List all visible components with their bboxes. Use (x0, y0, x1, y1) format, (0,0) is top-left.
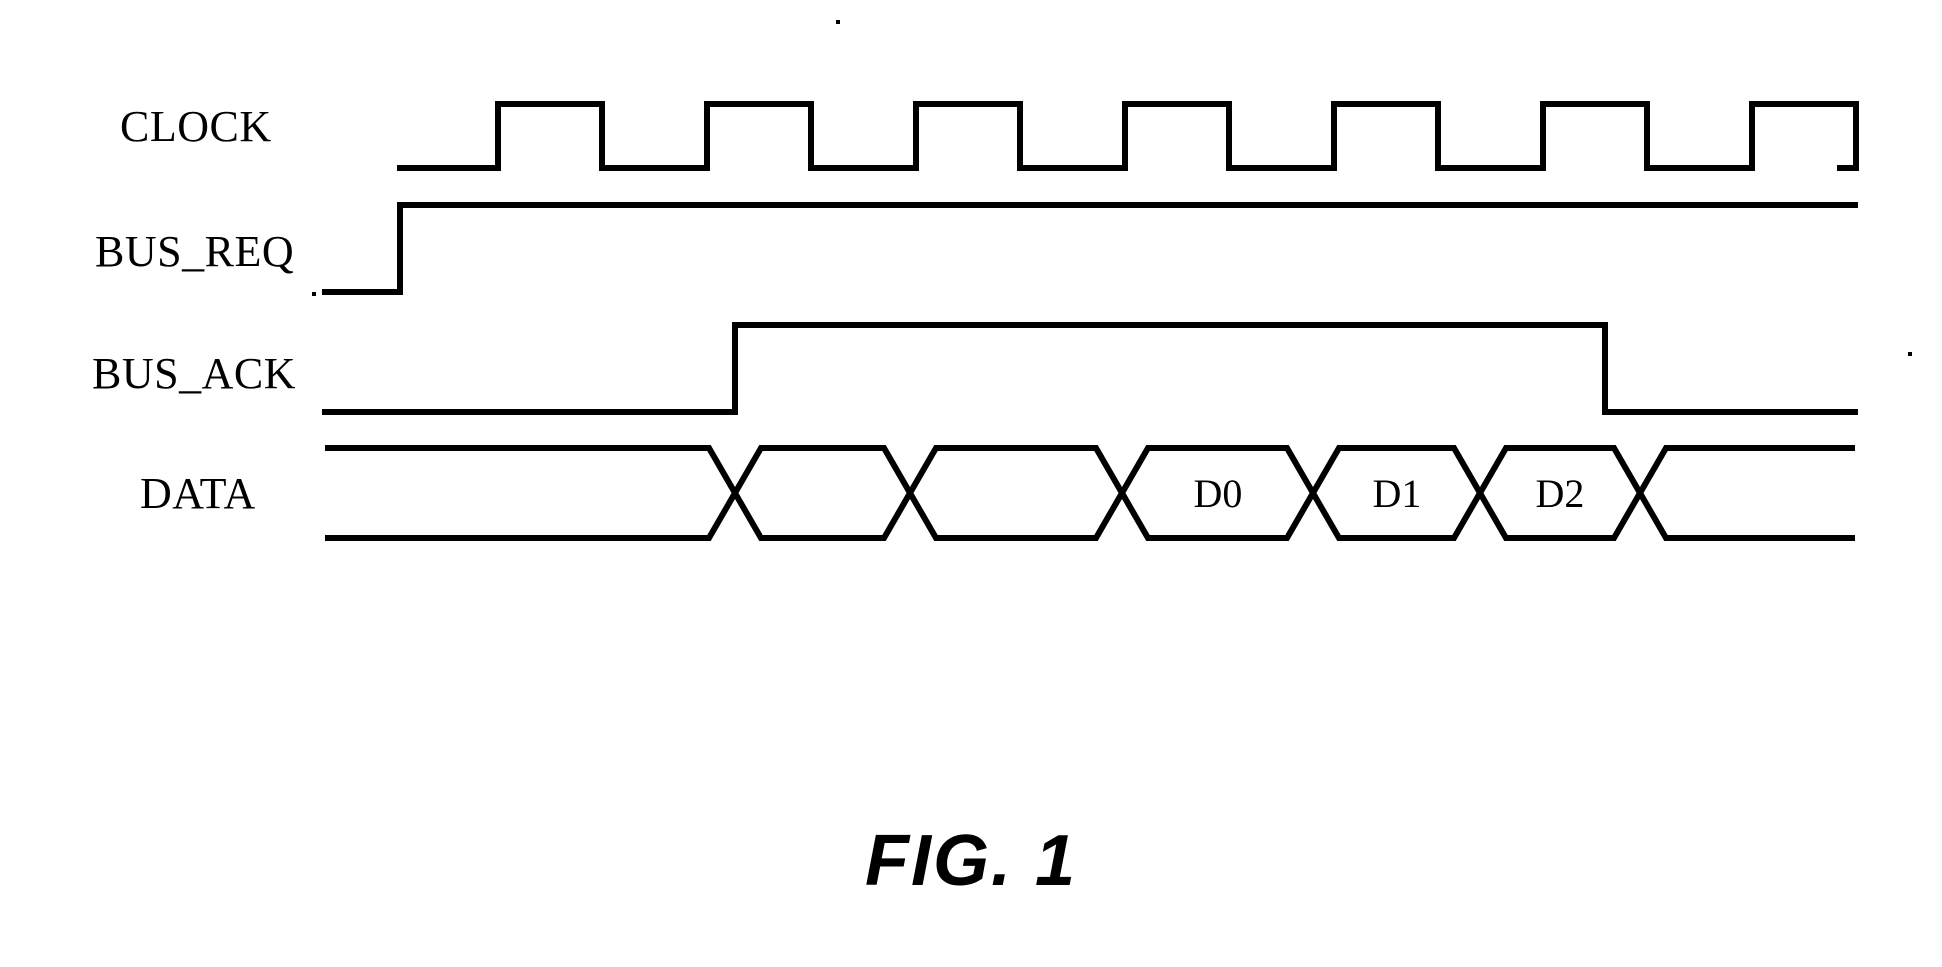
scan-speck (1908, 352, 1912, 356)
signal-label-clock: CLOCK (120, 102, 272, 151)
clock-waveform (397, 101, 1859, 171)
signal-label-data: DATA (140, 469, 256, 518)
data-bus-labels: D0 D1 D2 (1194, 471, 1585, 516)
figure-caption: FIG. 1 (864, 821, 1078, 901)
scan-speck (836, 20, 840, 24)
timing-diagram-figure: D0 D1 D2 CLOCK BUS_REQ BUS_ACK DATA FIG. 1 (0, 0, 1942, 967)
data-bus-cell-label: D0 (1194, 471, 1243, 516)
data-bus-waveform (325, 445, 1855, 541)
bus-req-waveform (322, 202, 1858, 295)
signal-label-bus-req: BUS_REQ (95, 227, 295, 276)
bus-ack-waveform (322, 322, 1858, 415)
data-bus-cell-label: D1 (1373, 471, 1422, 516)
signal-label-bus-ack: BUS_ACK (92, 349, 296, 398)
data-bus-cell-label: D2 (1536, 471, 1585, 516)
scan-speck (312, 292, 316, 296)
